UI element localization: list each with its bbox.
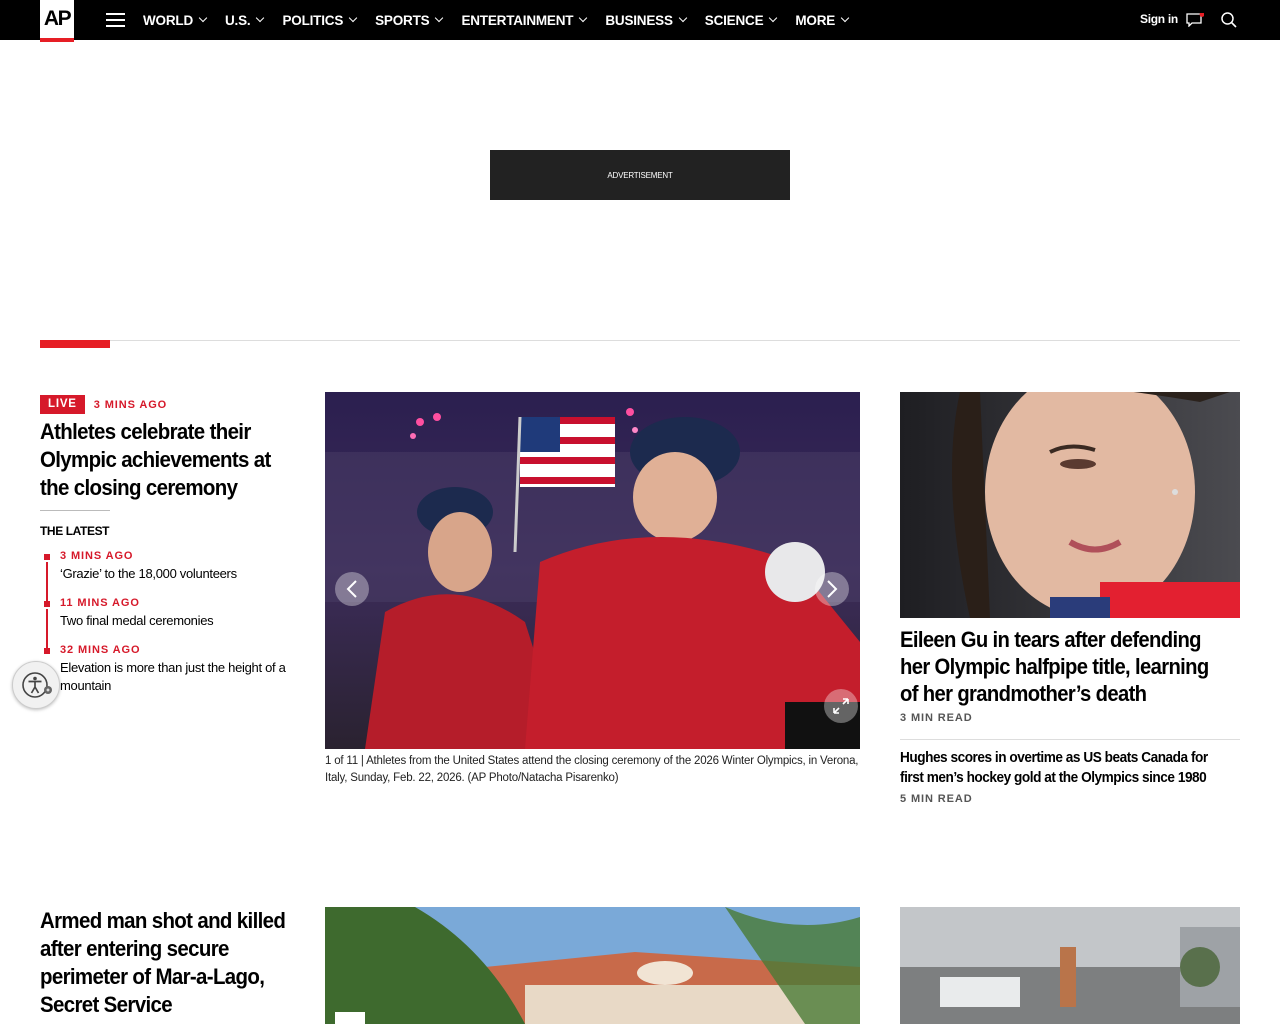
- nav-entertainment[interactable]: ENTERTAINMENT: [461, 13, 588, 28]
- eileen-gu-photo[interactable]: [900, 392, 1240, 618]
- nav-sports[interactable]: SPORTS: [375, 13, 444, 28]
- ad-label: ADVERTISEMENT: [607, 170, 673, 180]
- live-timestamp: 3 MINS AGO: [93, 398, 168, 411]
- nav-more[interactable]: MORE: [795, 13, 850, 28]
- gallery-counter: 1 of 11 |: [325, 755, 364, 767]
- chevron-down-icon: [678, 13, 688, 23]
- bullet-icon: [44, 648, 50, 654]
- latest-list: 3 MINS AGO ‘Grazie’ to the 18,000 volunt…: [40, 550, 310, 695]
- chevron-left-icon: [346, 580, 357, 598]
- nav-science[interactable]: SCIENCE: [705, 13, 778, 28]
- chevron-down-icon: [840, 13, 850, 23]
- latest-label: THE LATEST: [40, 524, 110, 538]
- read-time: 3 MIN READ: [900, 712, 973, 724]
- list-item[interactable]: 11 MINS AGO Two final medal ceremonies: [40, 597, 310, 649]
- section-divider: [40, 340, 1240, 341]
- second-headline[interactable]: Armed man shot and killed after entering…: [40, 907, 291, 1019]
- nav-world[interactable]: WORLD: [143, 13, 208, 28]
- nav-politics[interactable]: POLITICS: [282, 13, 358, 28]
- search-icon[interactable]: [1221, 12, 1237, 28]
- photo-illustration: [900, 392, 1240, 618]
- lead-headline[interactable]: Athletes celebrate their Olympic achieve…: [40, 418, 291, 502]
- photo-illustration: [325, 907, 860, 1024]
- list-item[interactable]: 3 MINS AGO ‘Grazie’ to the 18,000 volunt…: [40, 550, 310, 602]
- right-headline[interactable]: Eileen Gu in tears after defending her O…: [900, 626, 1222, 707]
- sign-in-link[interactable]: Sign in: [1140, 12, 1178, 26]
- top-nav: AP WORLD U.S. POLITICS SPORTS ENTERTAINM…: [0, 0, 1280, 42]
- advertisement[interactable]: ADVERTISEMENT: [490, 150, 790, 200]
- ap-logo[interactable]: AP: [40, 0, 74, 42]
- chevron-right-icon: [827, 580, 838, 598]
- nav-business[interactable]: BUSINESS: [605, 13, 688, 28]
- mar-a-lago-photo[interactable]: [325, 907, 860, 1024]
- photo-illustration: [900, 907, 1240, 1024]
- bullet-icon: [44, 601, 50, 607]
- latest-divider: [40, 510, 110, 511]
- nav-links: WORLD U.S. POLITICS SPORTS ENTERTAINMENT…: [143, 0, 867, 40]
- chevron-down-icon: [198, 13, 208, 23]
- live-badge: LIVE: [40, 395, 85, 414]
- list-item[interactable]: 32 MINS AGO Elevation is more than just …: [40, 644, 310, 695]
- street-photo[interactable]: [900, 907, 1240, 1024]
- section-accent-bar: [40, 340, 110, 348]
- secondary-headline[interactable]: Hughes scores in overtime as US beats Ca…: [900, 748, 1224, 788]
- next-button[interactable]: [815, 572, 849, 606]
- chevron-down-icon: [256, 13, 265, 23]
- chevron-down-icon: [435, 13, 444, 23]
- live-row: LIVE 3 MINS AGO: [40, 395, 167, 414]
- chevron-down-icon: [348, 13, 358, 23]
- bullet-icon: [44, 554, 50, 560]
- chevron-down-icon: [579, 13, 588, 23]
- caption-text: Athletes from the United States attend t…: [325, 755, 859, 784]
- read-time: 5 MIN READ: [900, 793, 973, 805]
- accessibility-button[interactable]: [12, 661, 60, 709]
- chevron-down-icon: [769, 13, 778, 23]
- logo-text: AP: [43, 7, 72, 30]
- chat-icon[interactable]: [1186, 13, 1204, 27]
- photo-illustration: [325, 392, 860, 749]
- item-time: 11 MINS AGO: [60, 597, 140, 609]
- nav-us[interactable]: U.S.: [225, 13, 265, 28]
- timeline-line: [46, 562, 48, 602]
- fullscreen-button[interactable]: [824, 689, 858, 723]
- expand-icon: [833, 698, 849, 714]
- prev-button[interactable]: [335, 572, 369, 606]
- item-text: ‘Grazie’ to the 18,000 volunteers: [60, 566, 237, 581]
- item-text: Two final medal ceremonies: [60, 613, 214, 628]
- item-text: Elevation is more than just the height o…: [60, 660, 286, 693]
- lead-photo[interactable]: [325, 392, 860, 749]
- photo-caption: 1 of 11 | Athletes from the United State…: [325, 753, 860, 787]
- item-time: 32 MINS AGO: [60, 644, 141, 656]
- accessibility-icon: [22, 672, 52, 698]
- item-time: 3 MINS AGO: [60, 550, 134, 562]
- menu-icon[interactable]: [106, 13, 125, 27]
- timeline-line: [46, 609, 48, 649]
- divider: [900, 739, 1240, 740]
